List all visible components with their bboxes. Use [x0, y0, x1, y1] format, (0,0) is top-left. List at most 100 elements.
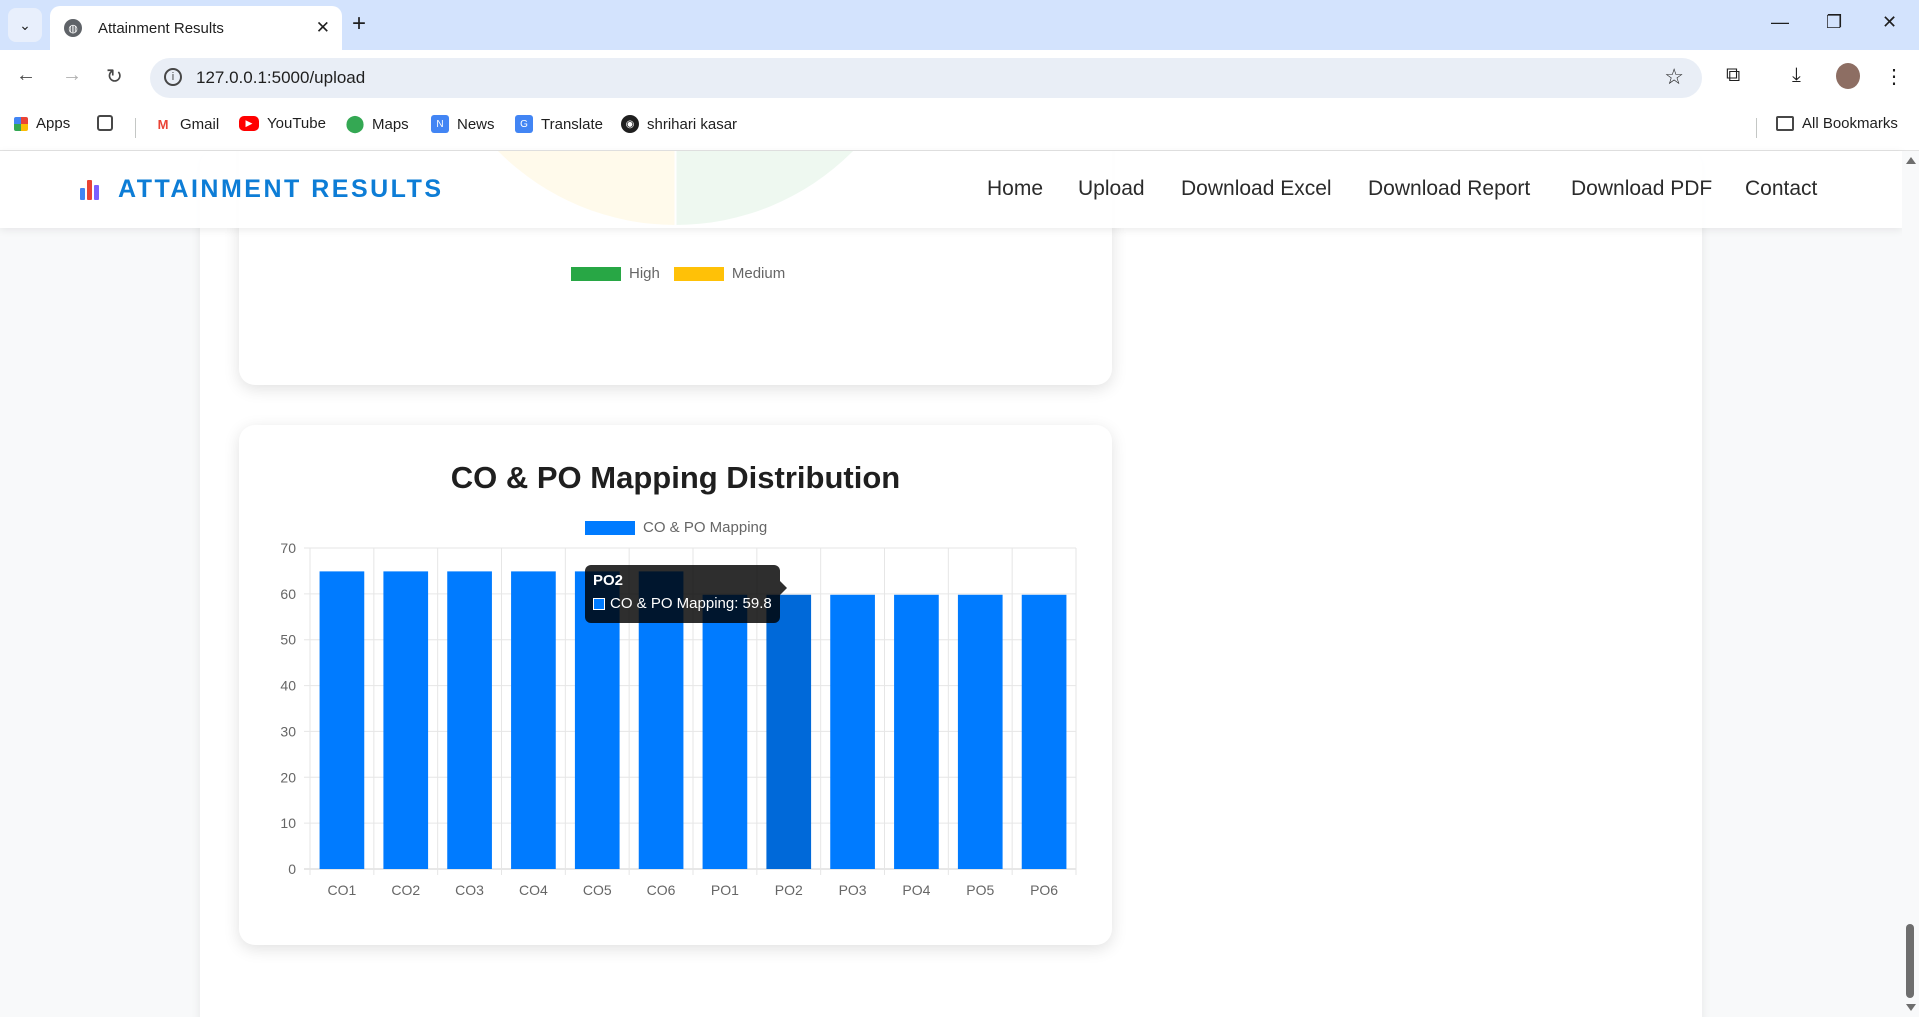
bar-po3[interactable]	[830, 594, 875, 869]
maps-icon: ⬤	[345, 114, 365, 133]
bar-po2[interactable]	[766, 594, 812, 869]
tab-search-button[interactable]: ⌄	[8, 8, 42, 42]
minimize-window-icon[interactable]: —	[1771, 12, 1789, 33]
legend-label-high[interactable]: High	[629, 265, 660, 282]
bookmark-youtube[interactable]: ▶ YouTube	[239, 115, 326, 132]
scrollbar-thumb[interactable]	[1906, 924, 1914, 998]
close-tab-icon[interactable]: ✕	[316, 18, 330, 38]
translate-icon: G	[515, 115, 533, 133]
scroll-up-arrow-icon[interactable]	[1906, 157, 1916, 164]
browser-toolbar: ← → ↻ i 127.0.0.1:5000/upload ☆ ⧉ ⤓ ⋮	[0, 50, 1919, 106]
bar-chart-logo-icon	[78, 178, 102, 202]
chevron-down-icon: ⌄	[19, 16, 31, 33]
site-header: ATTAINMENT RESULTS Home Upload Download …	[0, 151, 1902, 228]
y-tick-label: 40	[280, 678, 296, 694]
bookmark-news[interactable]: N News	[431, 115, 495, 133]
scroll-down-arrow-icon[interactable]	[1906, 1004, 1916, 1011]
bookmark-gmail[interactable]: M Gmail	[154, 115, 220, 133]
bookmark-label: Apps	[36, 115, 71, 132]
bookmarks-bar: Apps M Gmail ▶ YouTube ⬤ Maps N News G T…	[0, 106, 1919, 151]
bar-co3[interactable]	[447, 571, 492, 869]
brand[interactable]: ATTAINMENT RESULTS	[78, 175, 444, 204]
x-tick-label: CO3	[455, 882, 484, 898]
bar-po6[interactable]	[1021, 594, 1067, 869]
bookmark-maps[interactable]: ⬤ Maps	[345, 114, 409, 133]
page-viewport: High Medium CO & PO Mapping Distribution…	[0, 151, 1902, 1017]
profile-avatar[interactable]	[1836, 63, 1860, 89]
x-tick-label: PO2	[775, 882, 803, 898]
site-info-icon[interactable]: i	[164, 68, 182, 86]
tab-title: Attainment Results	[98, 19, 224, 37]
bookmark-label: Translate	[541, 115, 603, 133]
more-menu-icon[interactable]: ⋮	[1884, 64, 1904, 89]
bar-co2[interactable]	[383, 571, 429, 869]
legend-swatch-high	[571, 266, 621, 281]
bookmark-apps[interactable]: Apps	[14, 115, 70, 132]
x-tick-label: CO6	[647, 882, 676, 898]
nav-download-pdf[interactable]: Download PDF	[1571, 177, 1712, 201]
bar-po1[interactable]	[702, 594, 748, 869]
new-tab-button[interactable]: +	[352, 11, 366, 37]
globe-icon: ◍	[64, 19, 82, 37]
y-tick-label: 70	[280, 540, 296, 556]
bar-po4[interactable]	[894, 594, 939, 869]
bar-po5[interactable]	[957, 594, 1003, 869]
x-tick-label: PO5	[966, 882, 994, 898]
back-icon[interactable]: ←	[16, 64, 36, 87]
apps-grid-icon	[14, 116, 28, 131]
forward-icon[interactable]: →	[62, 64, 82, 87]
nav-download-report[interactable]: Download Report	[1368, 177, 1530, 201]
tooltip-caret	[780, 581, 787, 595]
address-bar[interactable]: i 127.0.0.1:5000/upload ☆	[150, 58, 1702, 98]
bookmark-github[interactable]: ◉ shrihari kasar	[621, 115, 737, 133]
tooltip-swatch	[593, 598, 605, 610]
nav-upload[interactable]: Upload	[1078, 177, 1145, 201]
x-tick-label: CO2	[391, 882, 420, 898]
extensions-icon[interactable]: ⧉	[1726, 64, 1740, 87]
url-text[interactable]: 127.0.0.1:5000/upload	[196, 68, 365, 88]
nav-home[interactable]: Home	[987, 177, 1043, 201]
bookmark-separator	[135, 118, 136, 138]
y-tick-label: 10	[280, 815, 296, 831]
legend-swatch-medium	[673, 266, 724, 281]
bookmark-translate[interactable]: G Translate	[515, 115, 603, 133]
x-tick-label: CO4	[519, 882, 548, 898]
browser-tab[interactable]: ◍ Attainment Results ✕	[50, 6, 342, 50]
bookmark-separator	[1756, 118, 1757, 138]
download-icon[interactable]: ⤓	[1792, 64, 1801, 87]
x-tick-label: CO1	[328, 882, 357, 898]
nav-download-excel[interactable]: Download Excel	[1181, 177, 1332, 201]
all-bookmarks-label: All Bookmarks	[1802, 115, 1898, 132]
github-icon: ◉	[621, 115, 639, 133]
bar-chart-card: CO & PO Mapping Distribution CO & PO Map…	[239, 425, 1112, 945]
bar-co1[interactable]	[319, 571, 365, 869]
y-tick-label: 20	[280, 769, 296, 785]
nav-contact[interactable]: Contact	[1745, 177, 1817, 201]
bookmark-label: Maps	[372, 115, 409, 133]
x-tick-label: PO4	[902, 882, 930, 898]
bookmark-label: Gmail	[180, 115, 220, 133]
bar-chart: 010203040506070CO1 CO2 CO3 CO4 CO5 CO6 PO1 PO2 P…	[280, 540, 1077, 898]
legend-label-medium[interactable]: Medium	[732, 265, 785, 282]
bookmark-label: shrihari kasar	[647, 115, 738, 133]
x-tick-label: CO5	[583, 882, 612, 898]
bookmark-grid[interactable]	[97, 115, 121, 131]
restore-window-icon[interactable]: ❐	[1826, 12, 1842, 33]
tooltip-title: PO2	[593, 572, 624, 589]
reload-icon[interactable]: ↻	[106, 64, 123, 89]
y-tick-label: 30	[280, 723, 296, 739]
bookmark-label: YouTube	[267, 115, 326, 132]
close-window-icon[interactable]: ✕	[1882, 12, 1897, 33]
y-tick-label: 50	[280, 632, 296, 648]
y-tick-label: 60	[280, 586, 296, 602]
bookmark-label: News	[457, 115, 495, 133]
bar-co4[interactable]	[511, 571, 556, 869]
tooltip-label: CO & PO Mapping: 59.8	[610, 595, 772, 612]
x-tick-label: PO1	[711, 882, 739, 898]
gmail-icon: M	[157, 116, 169, 132]
all-bookmarks[interactable]: All Bookmarks	[1776, 115, 1898, 132]
bookmark-star-icon[interactable]: ☆	[1664, 64, 1684, 90]
page-scrollbar[interactable]	[1902, 151, 1919, 1017]
x-tick-label: PO6	[1030, 882, 1058, 898]
youtube-icon: ▶	[239, 116, 259, 131]
